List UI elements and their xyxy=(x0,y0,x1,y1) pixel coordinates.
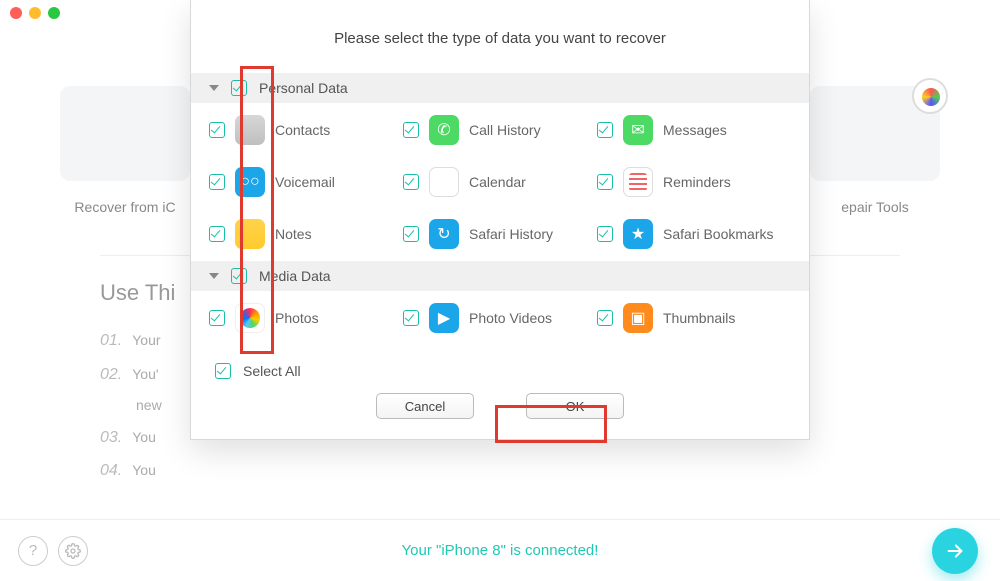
rem-icon xyxy=(623,167,653,197)
section-title: Personal Data xyxy=(259,80,348,96)
safh-icon: ↻ xyxy=(429,219,459,249)
item-checkbox[interactable] xyxy=(597,122,613,138)
pvid-icon: ▶ xyxy=(429,303,459,333)
item-label: Calendar xyxy=(469,174,526,190)
thumb-icon: ▣ xyxy=(623,303,653,333)
section-title: Media Data xyxy=(259,268,331,284)
item-checkbox[interactable] xyxy=(403,122,419,138)
minimize-dot[interactable] xyxy=(29,7,41,19)
item-checkbox[interactable] xyxy=(209,174,225,190)
vm-icon: ○○ xyxy=(235,167,265,197)
data-type-item[interactable]: ▣ Thumbnails xyxy=(597,303,791,333)
disclosure-triangle-icon xyxy=(209,85,219,91)
data-type-item[interactable]: ↻ Safari History xyxy=(403,219,597,249)
select-all-label: Select All xyxy=(243,363,301,379)
item-label: Voicemail xyxy=(275,174,335,190)
item-checkbox[interactable] xyxy=(403,174,419,190)
select-all-checkbox[interactable] xyxy=(215,363,231,379)
contacts-icon xyxy=(235,115,265,145)
data-type-item[interactable]: ▶ Photo Videos xyxy=(403,303,597,333)
item-label: Safari History xyxy=(469,226,553,242)
item-checkbox[interactable] xyxy=(403,310,419,326)
cancel-button[interactable]: Cancel xyxy=(376,393,474,419)
data-type-item[interactable]: Contacts xyxy=(209,115,403,145)
settings-button[interactable] xyxy=(58,536,88,566)
data-type-item[interactable]: Reminders xyxy=(597,167,791,197)
item-checkbox[interactable] xyxy=(597,226,613,242)
data-type-item[interactable]: ✆ Call History xyxy=(403,115,597,145)
mode-recover-icloud[interactable]: Recover from iC xyxy=(60,86,190,215)
data-type-modal: Please select the type of data you want … xyxy=(190,0,810,440)
section-checkbox[interactable] xyxy=(231,268,247,284)
data-type-item[interactable]: Photos xyxy=(209,303,403,333)
safb-icon: ★ xyxy=(623,219,653,249)
modal-title: Please select the type of data you want … xyxy=(191,0,809,73)
notes-icon xyxy=(235,219,265,249)
item-label: Contacts xyxy=(275,122,330,138)
close-dot[interactable] xyxy=(10,7,22,19)
data-type-item[interactable]: 3 Calendar xyxy=(403,167,597,197)
cal-icon: 3 xyxy=(429,167,459,197)
data-type-item[interactable]: Notes xyxy=(209,219,403,249)
help-button[interactable]: ? xyxy=(18,536,48,566)
data-type-item[interactable]: ✉ Messages xyxy=(597,115,791,145)
item-label: Call History xyxy=(469,122,541,138)
item-checkbox[interactable] xyxy=(209,122,225,138)
disclosure-triangle-icon xyxy=(209,273,219,279)
item-checkbox[interactable] xyxy=(209,226,225,242)
item-label: Messages xyxy=(663,122,727,138)
ok-button[interactable]: OK xyxy=(526,393,624,419)
msg-icon: ✉ xyxy=(623,115,653,145)
data-type-item[interactable]: ★ Safari Bookmarks xyxy=(597,219,791,249)
item-label: Photos xyxy=(275,310,319,326)
item-label: Thumbnails xyxy=(663,310,735,326)
call-icon: ✆ xyxy=(429,115,459,145)
connection-status: Your "iPhone 8" is connected! xyxy=(402,542,599,559)
section-header[interactable]: Personal Data xyxy=(191,73,809,103)
item-checkbox[interactable] xyxy=(403,226,419,242)
wrench-icon xyxy=(912,78,948,114)
item-checkbox[interactable] xyxy=(597,310,613,326)
footer-bar: ? Your "iPhone 8" is connected! xyxy=(0,519,1000,581)
item-checkbox[interactable] xyxy=(209,310,225,326)
proceed-button[interactable] xyxy=(932,528,978,574)
item-label: Reminders xyxy=(663,174,731,190)
section-header[interactable]: Media Data xyxy=(191,261,809,291)
zoom-dot[interactable] xyxy=(48,7,60,19)
item-label: Photo Videos xyxy=(469,310,552,326)
mode-label: epair Tools xyxy=(841,199,908,215)
item-label: Safari Bookmarks xyxy=(663,226,773,242)
section-checkbox[interactable] xyxy=(231,80,247,96)
mode-label: Recover from iC xyxy=(74,199,175,215)
item-label: Notes xyxy=(275,226,312,242)
mode-repair-tools[interactable]: epair Tools xyxy=(810,86,940,215)
item-checkbox[interactable] xyxy=(597,174,613,190)
photos-icon xyxy=(235,303,265,333)
data-type-item[interactable]: ○○ Voicemail xyxy=(209,167,403,197)
